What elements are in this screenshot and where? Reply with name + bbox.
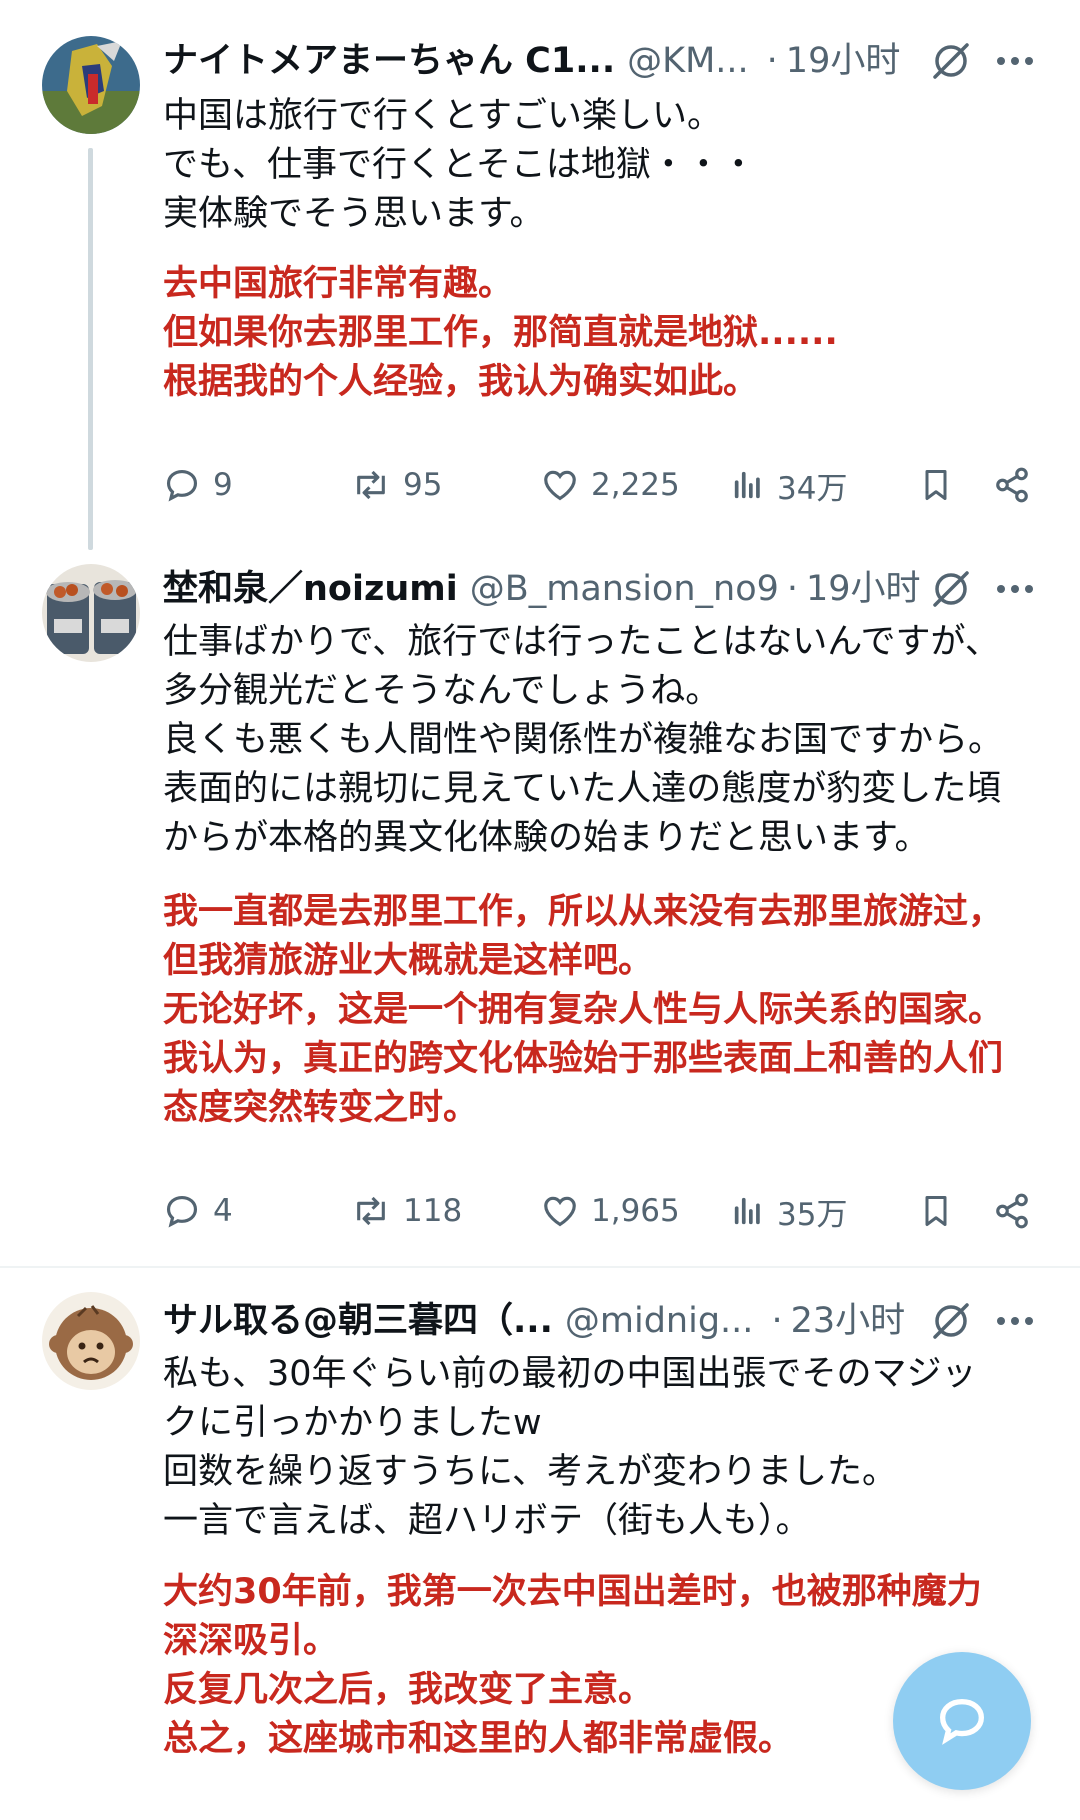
reply-button[interactable]: 4 (163, 1186, 233, 1236)
reply-count: 4 (213, 1193, 233, 1229)
translation-text: 我一直都是去那里工作，所以从来没有去那里旅游过， 但我猜旅游业大概就是这样吧。 … (163, 892, 1004, 1128)
views-button[interactable]: 35万 (731, 1186, 847, 1236)
repost-count: 95 (403, 467, 443, 503)
user-handle[interactable]: @KM... (627, 36, 749, 86)
view-count: 35万 (777, 1196, 848, 1233)
user-handle[interactable]: @B_mansion_no9 (470, 564, 779, 614)
repost-icon (357, 470, 385, 500)
translation-text: 去中国旅行非常有趣。 但如果你去那里工作，那简直就是地狱...... 根据我的个… (163, 264, 838, 402)
separator-dot: · (766, 41, 778, 81)
more-icon[interactable] (992, 38, 1038, 84)
user-handle[interactable]: @midnig... (565, 1296, 754, 1346)
like-icon (544, 470, 576, 501)
post-text: 仕事ばかりで、旅行では行ったことはないんですが、 多分観光だとそうなんでしょうね… (163, 622, 1004, 858)
compose-reply-icon (940, 1699, 984, 1745)
reply-button[interactable]: 9 (163, 460, 233, 510)
post-header: ナイトメアまーちゃん C1... @KM... · 19小时 (163, 36, 900, 86)
separator-dot: · (786, 569, 799, 609)
post-time[interactable]: 23小时 (791, 1296, 906, 1346)
display-name[interactable]: ナイトメアまーちゃん C1... (163, 36, 615, 86)
grok-icon[interactable] (928, 566, 974, 612)
share-button[interactable] (993, 460, 1031, 510)
views-button[interactable]: 34万 (731, 460, 847, 510)
post-header: 埜和泉／noizumi @B_mansion_no9 · 19小时 (163, 564, 921, 614)
post-divider (0, 1266, 1080, 1268)
views-icon (734, 1197, 760, 1225)
post-text: 私も、30年ぐらい前の最初の中国出張でそのマジッ クに引っかかりましたw 回数を… (163, 1354, 977, 1541)
avatar[interactable] (42, 36, 140, 134)
reply-count: 9 (213, 467, 233, 503)
post-time[interactable]: 19小时 (806, 564, 921, 614)
repost-button[interactable]: 95 (351, 460, 442, 510)
thread-line (88, 148, 93, 550)
post-header: サル取る@朝三暮四（... @midnig... · 23小时 (163, 1296, 905, 1346)
views-icon (734, 471, 760, 499)
like-count: 1,965 (591, 1193, 680, 1229)
more-icon[interactable] (992, 1298, 1038, 1344)
compose-reply-button[interactable] (893, 1652, 1031, 1790)
action-bar: 9 95 2,225 34万 (163, 460, 1043, 510)
repost-icon (357, 1196, 385, 1226)
bookmark-button[interactable] (918, 460, 954, 510)
more-icon[interactable] (992, 566, 1038, 612)
action-bar: 4 118 1,965 35万 (163, 1186, 1043, 1236)
like-count: 2,225 (591, 467, 680, 503)
like-button[interactable]: 2,225 (541, 460, 680, 510)
bookmark-icon (925, 470, 947, 500)
grok-icon[interactable] (928, 1298, 974, 1344)
repost-count: 118 (403, 1193, 463, 1229)
avatar[interactable] (42, 564, 140, 662)
repost-button[interactable]: 118 (351, 1186, 462, 1236)
like-button[interactable]: 1,965 (541, 1186, 680, 1236)
like-icon (544, 1196, 576, 1227)
post-text: 中国は旅行で行くとすごい楽しい。 でも、仕事で行くとそこは地獄・・・ 実体験でそ… (163, 96, 756, 234)
share-icon (996, 1193, 1028, 1229)
translation-text: 大约30年前，我第一次去中国出差时，也被那种魔力 深深吸引。 反复几次之后，我改… (163, 1572, 982, 1759)
view-count: 34万 (777, 470, 848, 507)
grok-icon[interactable] (928, 38, 974, 84)
avatar[interactable] (42, 1292, 140, 1390)
separator-dot: · (771, 1301, 783, 1341)
share-button[interactable] (993, 1186, 1031, 1236)
reply-icon (166, 1195, 198, 1228)
reply-icon (166, 469, 198, 502)
post-time[interactable]: 19小时 (786, 36, 901, 86)
bookmark-button[interactable] (918, 1186, 954, 1236)
display-name[interactable]: 埜和泉／noizumi (163, 564, 458, 614)
share-icon (996, 467, 1028, 503)
display-name[interactable]: サル取る@朝三暮四（... (163, 1296, 553, 1346)
bookmark-icon (925, 1196, 947, 1226)
